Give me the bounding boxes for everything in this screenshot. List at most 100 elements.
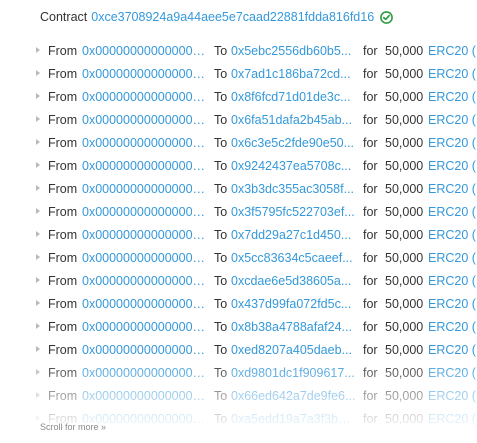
token-amount: 50,000	[385, 365, 424, 380]
to-label: To	[214, 227, 228, 242]
from-address-link[interactable]: 0x0000000000000000...	[82, 182, 209, 196]
for-label: for	[363, 135, 378, 150]
expand-caret-icon[interactable]	[36, 277, 40, 283]
from-label: From	[48, 342, 78, 357]
token-link[interactable]: ERC20 (	[428, 412, 476, 426]
to-label: To	[214, 43, 228, 58]
transfer-row: From 0x0000000000000000... To 0x437d99fa072…	[36, 292, 477, 315]
from-address-link[interactable]: 0x0000000000000000...	[82, 251, 209, 265]
token-link[interactable]: ERC20 (	[428, 228, 476, 242]
to-label: To	[214, 319, 228, 334]
token-link[interactable]: ERC20 (	[428, 67, 476, 81]
from-label: From	[48, 365, 78, 380]
to-label: To	[214, 158, 228, 173]
from-address-link[interactable]: 0x0000000000000000...	[82, 113, 209, 127]
token-link[interactable]: ERC20 (	[428, 90, 476, 104]
expand-caret-icon[interactable]	[36, 392, 40, 398]
token-link[interactable]: ERC20 (	[428, 44, 476, 58]
to-label: To	[214, 296, 228, 311]
contract-label: Contract	[40, 10, 88, 24]
token-amount: 50,000	[385, 89, 424, 104]
to-address-link[interactable]: 0x66ed642a7de9fe6...	[231, 389, 357, 403]
token-link[interactable]: ERC20 (	[428, 389, 476, 403]
token-link[interactable]: ERC20 (	[428, 182, 476, 196]
transfer-list[interactable]: From 0x0000000000000000... To 0x5ebc2556db6…	[36, 39, 477, 428]
expand-caret-icon[interactable]	[36, 323, 40, 329]
to-label: To	[214, 388, 228, 403]
from-address-link[interactable]: 0x0000000000000000...	[82, 366, 209, 380]
to-address-link[interactable]: 0xed8207a405daeb...	[231, 343, 357, 357]
expand-caret-icon[interactable]	[36, 185, 40, 191]
token-link[interactable]: ERC20 (	[428, 366, 476, 380]
scroll-for-more-link[interactable]: Scroll for more »	[40, 422, 106, 432]
from-label: From	[48, 158, 78, 173]
for-label: for	[363, 43, 378, 58]
from-address-link[interactable]: 0x0000000000000000...	[82, 320, 209, 334]
from-address-link[interactable]: 0x0000000000000000...	[82, 90, 209, 104]
from-address-link[interactable]: 0x0000000000000000...	[82, 205, 209, 219]
from-label: From	[48, 181, 78, 196]
to-address-link[interactable]: 0x7ad1c186ba72cd...	[231, 67, 357, 81]
for-label: for	[363, 66, 378, 81]
to-address-link[interactable]: 0x5cc83634c5caeef...	[231, 251, 357, 265]
transfer-row: From 0x0000000000000000... To 0xcdae6e5d386…	[36, 269, 477, 292]
token-link[interactable]: ERC20 (	[428, 159, 476, 173]
expand-caret-icon[interactable]	[36, 300, 40, 306]
to-address-link[interactable]: 0x9242437ea5708c...	[231, 159, 357, 173]
expand-caret-icon[interactable]	[36, 47, 40, 53]
to-address-link[interactable]: 0x8f6fcd71d01de3c...	[231, 90, 357, 104]
expand-caret-icon[interactable]	[36, 415, 40, 421]
expand-caret-icon[interactable]	[36, 116, 40, 122]
token-link[interactable]: ERC20 (	[428, 251, 476, 265]
from-address-link[interactable]: 0x0000000000000000...	[82, 274, 209, 288]
to-label: To	[214, 411, 228, 426]
from-address-link[interactable]: 0x0000000000000000...	[82, 159, 209, 173]
check-circle-icon	[380, 10, 394, 24]
expand-caret-icon[interactable]	[36, 254, 40, 260]
to-address-link[interactable]: 0x6fa51dafa2b45ab...	[231, 113, 357, 127]
transfer-row: From 0x0000000000000000... To 0x8f6fcd71d01…	[36, 85, 477, 108]
for-label: for	[363, 112, 378, 127]
expand-caret-icon[interactable]	[36, 93, 40, 99]
to-address-link[interactable]: 0x6c3e5c2fde90e50...	[231, 136, 357, 150]
to-address-link[interactable]: 0x5ebc2556db60b5...	[231, 44, 357, 58]
token-link[interactable]: ERC20 (	[428, 205, 476, 219]
expand-caret-icon[interactable]	[36, 346, 40, 352]
from-address-link[interactable]: 0x0000000000000000...	[82, 228, 209, 242]
to-label: To	[214, 66, 228, 81]
token-link[interactable]: ERC20 (	[428, 136, 476, 150]
from-address-link[interactable]: 0x0000000000000000...	[82, 297, 209, 311]
to-address-link[interactable]: 0xa5edd19a7a3f3b7f9...	[231, 412, 357, 426]
from-address-link[interactable]: 0x0000000000000000...	[82, 44, 209, 58]
for-label: for	[363, 89, 378, 104]
to-label: To	[214, 365, 228, 380]
to-address-link[interactable]: 0xcdae6e5d38605a...	[231, 274, 357, 288]
expand-caret-icon[interactable]	[36, 139, 40, 145]
contract-address-link[interactable]: 0xce3708924a9a44aee5e7caad22881fdda816fd…	[91, 10, 374, 24]
to-address-link[interactable]: 0x7dd29a27c1d450...	[231, 228, 357, 242]
from-address-link[interactable]: 0x0000000000000000...	[82, 136, 209, 150]
to-address-link[interactable]: 0xd9801dc1f909617...	[231, 366, 357, 380]
token-link[interactable]: ERC20 (	[428, 343, 476, 357]
token-link[interactable]: ERC20 (	[428, 274, 476, 288]
token-link[interactable]: ERC20 (	[428, 320, 476, 334]
expand-caret-icon[interactable]	[36, 162, 40, 168]
expand-caret-icon[interactable]	[36, 369, 40, 375]
from-address-link[interactable]: 0x0000000000000000...	[82, 67, 209, 81]
token-amount: 50,000	[385, 204, 424, 219]
from-label: From	[48, 319, 78, 334]
expand-caret-icon[interactable]	[36, 70, 40, 76]
to-address-link[interactable]: 0x3f5795fc522703ef...	[231, 205, 357, 219]
to-address-link[interactable]: 0x8b38a4788afaf24...	[231, 320, 357, 334]
from-label: From	[48, 296, 78, 311]
to-address-link[interactable]: 0x437d99fa072fd5c...	[231, 297, 357, 311]
expand-caret-icon[interactable]	[36, 208, 40, 214]
from-address-link[interactable]: 0x0000000000000000...	[82, 389, 209, 403]
token-link[interactable]: ERC20 (	[428, 113, 476, 127]
expand-caret-icon[interactable]	[36, 231, 40, 237]
to-address-link[interactable]: 0x3b3dc355ac3058f...	[231, 182, 357, 196]
transfer-row: From 0x0000000000000000... To 0x5ebc2556db6…	[36, 39, 477, 62]
token-link[interactable]: ERC20 (	[428, 297, 476, 311]
from-address-link[interactable]: 0x0000000000000000...	[82, 343, 209, 357]
transfer-row: From 0x0000000000000000... To 0x66ed642a7de…	[36, 384, 477, 407]
